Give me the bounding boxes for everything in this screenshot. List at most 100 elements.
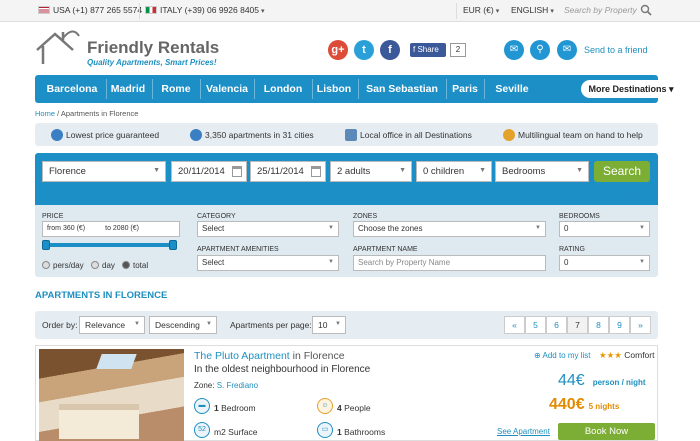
book-now-button[interactable]: Book Now [558,423,655,440]
page-first[interactable]: « [504,316,525,334]
top-bar: USA (+1) 877 265 5574 ITALY (+39) 06 992… [0,0,700,22]
nav-london[interactable]: London [255,75,311,103]
divider [456,3,457,19]
chevron-down-icon: ▼ [576,167,583,174]
page-7-current[interactable]: 7 [567,316,588,334]
bedrooms-filter-select[interactable]: 0 ▼ [559,221,650,237]
add-to-list-link[interactable]: ⊕ Add to my list [534,351,591,360]
see-apartment-link[interactable]: See Apartment [497,427,550,436]
results-heading: APARTMENTS IN FLORENCE [35,290,168,301]
bedrooms-select[interactable]: Bedrooms ▼ [495,161,589,182]
children-select[interactable]: 0 children ▼ [416,161,492,182]
chat-icon[interactable]: ✉ [504,40,524,60]
star-icon: ★★★ [599,350,622,360]
nav-san-sebastian[interactable]: San Sebastian [359,75,445,103]
send-to-friend-link[interactable]: Send to a friend [584,45,648,55]
amenities-select[interactable]: Select ▼ [197,255,339,271]
page-6[interactable]: 6 [546,316,567,334]
page-last[interactable]: » [630,316,651,334]
page-5[interactable]: 5 [525,316,546,334]
brand-name[interactable]: Friendly Rentals [87,38,219,58]
facebook-share-button[interactable]: f Share [410,43,446,57]
adults-select[interactable]: 2 adults ▼ [330,161,412,182]
logo-house-icon[interactable] [33,28,83,66]
breadcrumb-current: Apartments in Florence [60,109,139,118]
chevron-down-icon: ▾ [550,8,554,15]
order-bar: Order by: Relevance ▼ Descending ▼ Apartme… [35,311,658,339]
search-button[interactable]: Search [594,161,650,182]
breadcrumb-home[interactable]: Home [35,109,55,118]
nav-paris[interactable]: Paris [447,75,483,103]
phone-it-dropdown[interactable]: ITALY (+39) 06 9926 8405 ▾ [145,5,265,15]
apartment-name-input[interactable]: Search by Property Name [353,255,546,271]
price-label: PRICE [42,213,64,220]
people-count: 4 People [337,403,371,413]
listing-title[interactable]: The Pluto Apartment in Florence [194,350,345,362]
order-direction-select[interactable]: Descending ▼ [149,316,217,334]
attachment-icon[interactable]: ⚲ [530,40,550,60]
radio-total[interactable]: total [122,261,148,270]
chevron-down-icon: ▼ [639,225,645,231]
coin-icon [51,129,63,141]
order-by-label: Order by: [42,320,78,330]
radio-day[interactable]: day [91,261,115,270]
listing-zone: Zone: S. Frediano [194,381,259,390]
radio-pers-day[interactable]: pers/day [42,261,84,270]
page-9[interactable]: 9 [609,316,630,334]
city-select[interactable]: Florence ▼ [42,161,166,182]
surface-area: m2 Surface [214,427,258,437]
facebook-icon[interactable]: f [380,40,400,60]
google-plus-icon[interactable]: g+ [328,40,348,60]
zones-select[interactable]: Choose the zones ▼ [353,221,546,237]
chevron-down-icon: ▾ [495,8,500,15]
nav-seville[interactable]: Seville [485,75,539,103]
search-panel: Florence ▼ 20/11/2014 25/11/2014 2 adults… [35,153,658,205]
twitter-icon[interactable]: t [354,40,374,60]
chevron-down-icon: ▼ [535,225,541,231]
price-slider-min-handle[interactable] [42,240,50,250]
search-icon[interactable] [640,4,652,16]
amenities-label: APARTMENT AMENITIES [197,246,279,253]
features-bar: Lowest price guaranteed 3,350 apartments… [35,123,658,146]
price-slider[interactable] [44,243,174,247]
nav-madrid[interactable]: Madrid [107,75,149,103]
nav-barcelona[interactable]: Barcelona [39,75,105,103]
email-icon[interactable]: ✉ [557,40,577,60]
zones-label: ZONES [353,213,378,220]
chevron-down-icon: ▾ [261,8,265,15]
chevron-down-icon: ▼ [328,225,334,231]
breadcrumb: Home / Apartments in Florence [35,109,139,118]
feature-price: Lowest price guaranteed [51,129,159,141]
nav-lisbon[interactable]: Lisbon [313,75,355,103]
nav-rome[interactable]: Rome [153,75,199,103]
window-shape [96,354,137,369]
feature-apartments: 3,350 apartments in 31 cities [190,129,314,141]
category-select[interactable]: Select ▼ [197,221,339,237]
order-by-select[interactable]: Relevance ▼ [79,316,145,334]
calendar-icon[interactable] [232,166,242,177]
globe-icon [190,129,202,141]
checkin-date[interactable]: 20/11/2014 [171,161,247,182]
radio-icon [91,261,99,269]
comfort-rating: ★★★ Comfort [599,350,655,360]
chevron-down-icon: ▼ [328,259,334,265]
bed-shape [59,404,139,439]
plus-circle-icon: ⊕ [534,351,541,360]
rating-select[interactable]: 0 ▼ [559,255,650,271]
chevron-down-icon: ▼ [206,321,212,327]
more-destinations-button[interactable]: More Destinations ▾ [581,80,681,98]
currency-dropdown[interactable]: EUR (€) ▾ [463,5,499,15]
checkout-date[interactable]: 25/11/2014 [250,161,326,182]
hide-filters-link[interactable]: HIDE [625,193,644,202]
apartment-photo[interactable] [39,349,184,441]
nav-valencia[interactable]: Valencia [201,75,253,103]
phone-us[interactable]: USA (+1) 877 265 5574 [38,5,142,15]
price-slider-max-handle[interactable] [169,240,177,250]
chevron-down-icon: ▼ [134,321,140,327]
calendar-icon[interactable] [311,166,321,177]
per-page-select[interactable]: 10 ▼ [312,316,346,334]
page-8[interactable]: 8 [588,316,609,334]
language-dropdown[interactable]: ENGLISH ▾ [511,5,554,15]
bath-icon: ▭ [317,422,333,438]
radio-icon [42,261,50,269]
